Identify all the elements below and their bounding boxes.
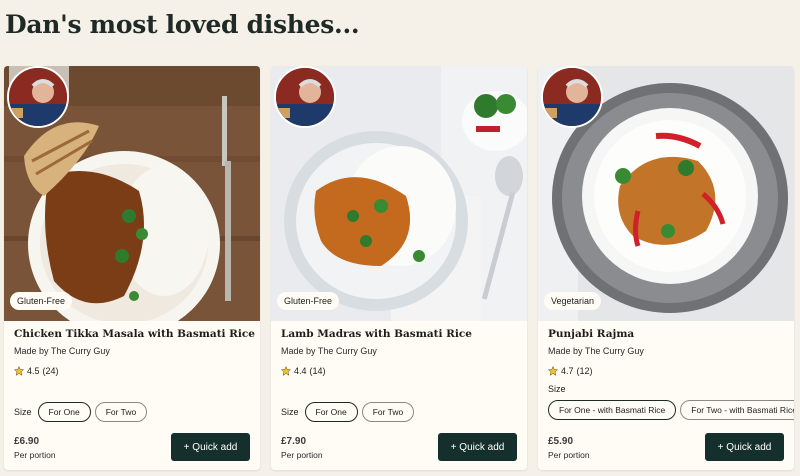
rating-value: 4.7 xyxy=(561,366,574,376)
size-selector: Size For One For Two xyxy=(281,402,415,422)
rating: 4.4 (14) xyxy=(281,366,326,376)
dish-photo[interactable]: Vegetarian xyxy=(538,66,794,321)
price: £7.90 xyxy=(281,436,307,447)
rating-value: 4.4 xyxy=(294,366,307,376)
quick-add-button[interactable]: + Quick add xyxy=(171,433,250,461)
chef-avatar xyxy=(274,66,336,128)
size-label: Size xyxy=(281,407,299,417)
rating-value: 4.5 xyxy=(27,366,40,376)
chef-avatar xyxy=(7,66,69,128)
size-option-for-two-with-rice[interactable]: For Two - with Basmati Rice xyxy=(680,400,794,420)
size-label: Size xyxy=(548,384,566,394)
maker-text: Made by The Curry Guy xyxy=(14,346,110,356)
dish-photo[interactable]: Gluten-Free xyxy=(4,66,260,321)
dish-card[interactable]: Gluten-Free Lamb Madras with Basmati Ric… xyxy=(271,66,527,470)
dish-card[interactable]: Gluten-Free Chicken Tikka Masala with Ba… xyxy=(4,66,260,470)
dish-card-list: Gluten-Free Chicken Tikka Masala with Ba… xyxy=(4,66,796,470)
star-icon xyxy=(548,366,558,376)
diet-badge: Vegetarian xyxy=(544,292,602,310)
quick-add-button[interactable]: + Quick add xyxy=(438,433,517,461)
price: £5.90 xyxy=(548,436,574,447)
diet-badge: Gluten-Free xyxy=(277,292,340,310)
price: £6.90 xyxy=(14,436,40,447)
dish-name[interactable]: Lamb Madras with Basmati Rice xyxy=(281,328,517,340)
per-portion-label: Per portion xyxy=(14,450,56,460)
rating: 4.7 (12) xyxy=(548,366,593,376)
per-portion-label: Per portion xyxy=(281,450,323,460)
star-icon xyxy=(14,366,24,376)
per-portion-label: Per portion xyxy=(548,450,590,460)
size-option-for-two[interactable]: For Two xyxy=(94,402,148,422)
dish-name[interactable]: Punjabi Rajma xyxy=(548,328,784,340)
page-title: Dan's most loved dishes... xyxy=(5,10,360,39)
chef-avatar xyxy=(541,66,603,128)
maker-text: Made by The Curry Guy xyxy=(281,346,377,356)
dish-photo[interactable]: Gluten-Free xyxy=(271,66,527,321)
dish-card[interactable]: Vegetarian Punjabi Rajma Made by The Cur… xyxy=(538,66,794,470)
quick-add-button[interactable]: + Quick add xyxy=(705,433,784,461)
size-option-for-one[interactable]: For One xyxy=(304,402,358,422)
dish-name[interactable]: Chicken Tikka Masala with Basmati Rice xyxy=(14,328,255,340)
size-option-for-one[interactable]: For One xyxy=(37,402,91,422)
review-count: (14) xyxy=(309,366,326,376)
review-count: (24) xyxy=(42,366,59,376)
star-icon xyxy=(281,366,291,376)
size-option-for-one-with-rice[interactable]: For One - with Basmati Rice xyxy=(548,400,677,420)
size-option-for-two[interactable]: For Two xyxy=(361,402,415,422)
size-label: Size xyxy=(14,407,32,417)
diet-badge: Gluten-Free xyxy=(10,292,73,310)
review-count: (12) xyxy=(576,366,593,376)
rating: 4.5 (24) xyxy=(14,366,59,376)
maker-text: Made by The Curry Guy xyxy=(548,346,644,356)
size-selector: Size For One For Two xyxy=(14,402,148,422)
size-selector: Size For One - with Basmati Rice For Two… xyxy=(548,384,794,420)
